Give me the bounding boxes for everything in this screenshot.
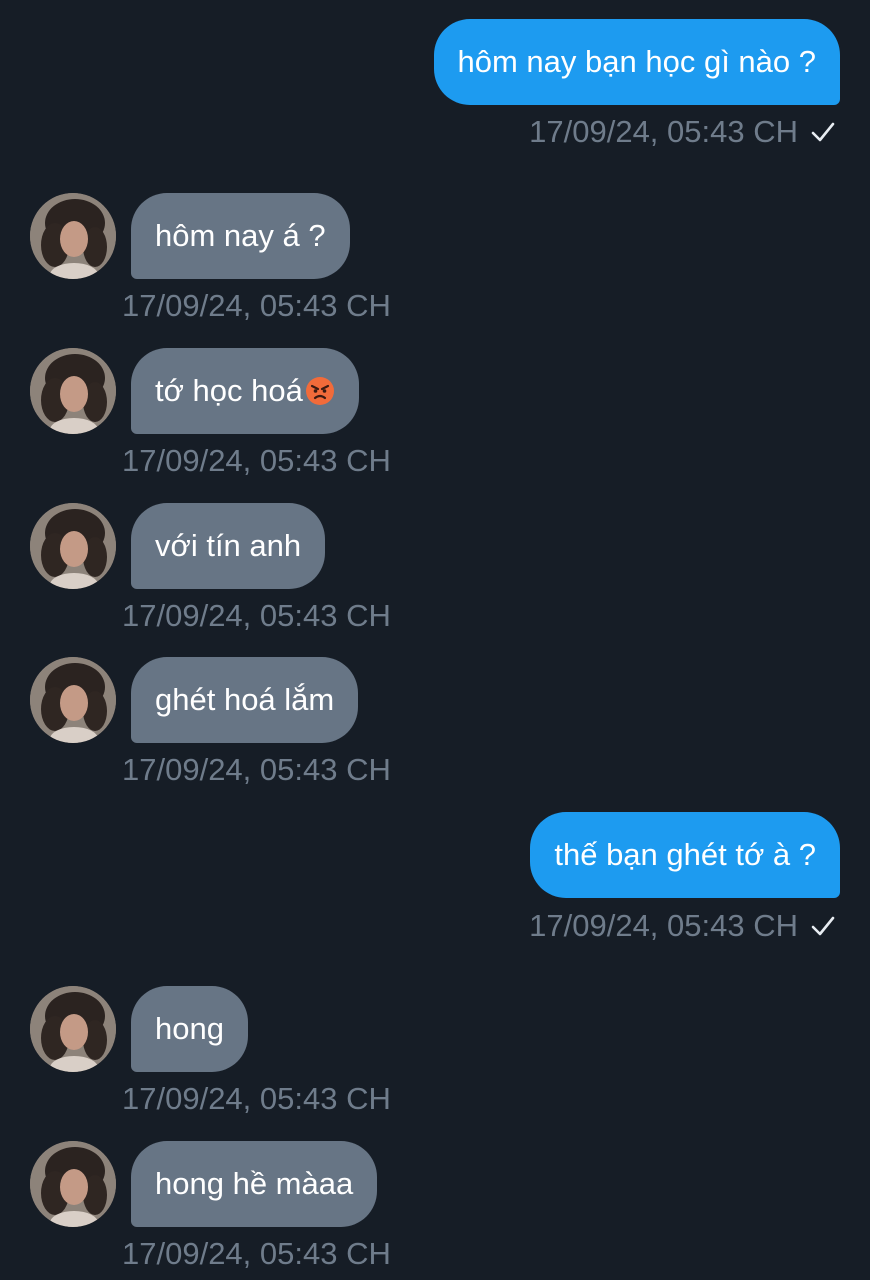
timestamp-text: 17/09/24, 05:43 CH bbox=[122, 1236, 391, 1271]
message-text: tớ học hoá bbox=[155, 373, 303, 408]
message-timestamp: 17/09/24, 05:43 CH bbox=[529, 114, 836, 150]
outgoing-message-bubble[interactable]: hôm nay bạn học gì nào ? bbox=[433, 19, 840, 105]
timestamp-text: 17/09/24, 05:43 CH bbox=[122, 598, 391, 633]
timestamp-text: 17/09/24, 05:43 CH bbox=[122, 288, 391, 323]
timestamp-text: 17/09/24, 05:43 CH bbox=[122, 752, 391, 787]
message-timestamp: 17/09/24, 05:43 CH bbox=[122, 752, 391, 788]
avatar[interactable] bbox=[30, 657, 116, 743]
message-timestamp: 17/09/24, 05:43 CH bbox=[122, 443, 391, 479]
message-text: hôm nay á ? bbox=[155, 218, 326, 253]
message-timestamp: 17/09/24, 05:43 CH bbox=[122, 598, 391, 634]
timestamp-text: 17/09/24, 05:43 CH bbox=[122, 1081, 391, 1116]
avatar[interactable] bbox=[30, 503, 116, 589]
message-timestamp: 17/09/24, 05:43 CH bbox=[529, 908, 836, 944]
avatar[interactable] bbox=[30, 348, 116, 434]
message-text: hong bbox=[155, 1011, 224, 1046]
message-timestamp: 17/09/24, 05:43 CH bbox=[122, 1081, 391, 1117]
incoming-message-bubble[interactable]: hong bbox=[131, 986, 248, 1072]
message-text: hong hề màaa bbox=[155, 1166, 354, 1201]
timestamp-text: 17/09/24, 05:43 CH bbox=[122, 443, 391, 478]
message-text: với tín anh bbox=[155, 528, 302, 563]
chat-thread: hôm nay bạn học gì nào ? 17/09/24, 05:43… bbox=[0, 0, 870, 1280]
message-text: ghét hoá lắm bbox=[155, 682, 335, 717]
message-text: hôm nay bạn học gì nào ? bbox=[457, 44, 816, 79]
outgoing-message-bubble[interactable]: thế bạn ghét tớ à ? bbox=[530, 812, 840, 898]
check-icon bbox=[811, 916, 835, 936]
incoming-message-bubble[interactable]: ghét hoá lắm bbox=[131, 657, 359, 743]
message-text: thế bạn ghét tớ à ? bbox=[554, 837, 816, 872]
incoming-message-bubble[interactable]: với tín anh bbox=[131, 503, 326, 589]
incoming-message-bubble[interactable]: hong hề màaa bbox=[131, 1141, 378, 1227]
message-timestamp: 17/09/24, 05:43 CH bbox=[122, 288, 391, 324]
incoming-message-bubble[interactable]: hôm nay á ? bbox=[131, 193, 350, 279]
avatar[interactable] bbox=[30, 193, 116, 279]
timestamp-text: 17/09/24, 05:43 CH bbox=[529, 908, 798, 943]
message-timestamp: 17/09/24, 05:43 CH bbox=[122, 1236, 391, 1272]
timestamp-text: 17/09/24, 05:43 CH bbox=[529, 114, 798, 149]
avatar[interactable] bbox=[30, 986, 116, 1072]
incoming-message-bubble[interactable]: tớ học hoá bbox=[131, 348, 359, 434]
avatar[interactable] bbox=[30, 1141, 116, 1227]
check-icon bbox=[811, 122, 835, 142]
angry-face-emoji bbox=[305, 377, 334, 405]
